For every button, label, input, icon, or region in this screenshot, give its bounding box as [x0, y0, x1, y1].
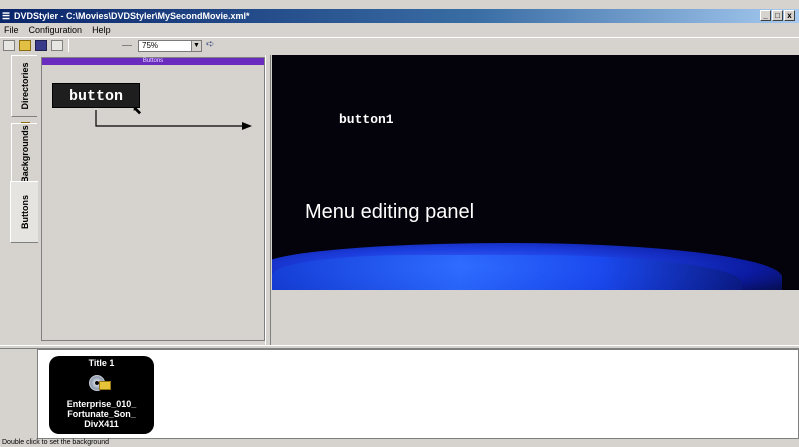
disc-icon	[87, 373, 111, 393]
tab-directories[interactable]: Directories	[11, 55, 37, 130]
arrow-icon	[95, 110, 252, 130]
run-icon[interactable]: ➪	[206, 39, 214, 50]
menu-editing-canvas[interactable]: button1 Menu editing panel	[272, 55, 799, 290]
status-bar: Double click to set the background	[2, 439, 110, 446]
title-thumbnail[interactable]: Title 1 Enterprise_010_ Fortunate_Son_ D…	[49, 356, 154, 434]
tab-directories-label: Directories	[19, 62, 30, 110]
restore-button[interactable]: □	[772, 10, 783, 21]
save-as-icon[interactable]	[51, 40, 63, 51]
title-name: Title 1	[88, 358, 115, 368]
toolbar-separator	[68, 39, 69, 52]
tab-backgrounds[interactable]: Backgrounds	[11, 123, 37, 185]
app-icon: ☰	[2, 11, 11, 21]
menu-panel-label: Menu editing panel	[305, 201, 475, 223]
window-title: DVDStyler - C:\Movies\DVDStyler\MySecond…	[14, 11, 250, 21]
menubar: File Configuration Help	[0, 23, 799, 37]
menu-configuration[interactable]: Configuration	[29, 23, 83, 37]
tab-backgrounds-label: Backgrounds	[19, 125, 30, 183]
sidebar-tabs: Directories Backgrounds Buttons	[0, 55, 38, 341]
chevron-down-icon[interactable]: ▼	[191, 41, 201, 51]
tab-buttons-label: Buttons	[19, 195, 30, 229]
menu-help[interactable]: Help	[92, 23, 111, 37]
close-button[interactable]: x	[784, 10, 795, 21]
open-folder-icon[interactable]	[19, 40, 31, 51]
menu-button1[interactable]: button1	[339, 112, 394, 127]
toolbar: 75% ▼ ➪	[0, 37, 799, 53]
zoom-select[interactable]: 75% ▼	[138, 40, 202, 52]
canvas-empty-area	[272, 290, 799, 345]
menu-file[interactable]: File	[4, 23, 19, 37]
new-icon[interactable]	[3, 40, 15, 51]
window-titlebar: ☰ DVDStyler - C:\Movies\DVDStyler\MySeco…	[0, 9, 799, 23]
title-file-name: Enterprise_010_ Fortunate_Son_ DivX411	[66, 399, 137, 429]
tab-buttons[interactable]: Buttons	[10, 181, 38, 243]
save-icon[interactable]	[35, 40, 47, 51]
window-controls: _ □ x	[760, 10, 795, 21]
minimize-button[interactable]: _	[760, 10, 771, 21]
buttons-panel: Buttons button ⬉	[41, 57, 265, 341]
vertical-splitter[interactable]	[265, 55, 271, 345]
zoom-icon	[122, 45, 132, 46]
zoom-value: 75%	[142, 41, 159, 50]
titleset-manager: Title 1 Enterprise_010_ Fortunate_Son_ D…	[37, 349, 799, 439]
